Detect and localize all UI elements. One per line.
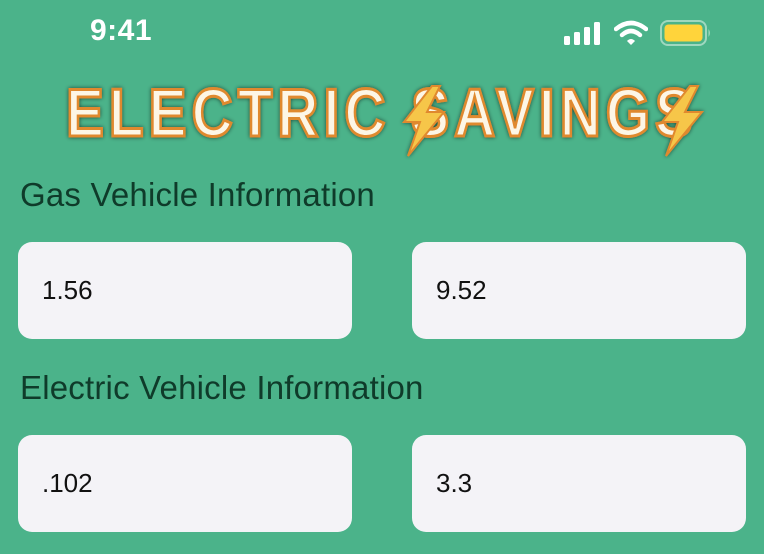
electric-field-2[interactable] <box>412 435 746 532</box>
battery-icon <box>660 20 710 46</box>
electric-field-1[interactable] <box>18 435 352 532</box>
gas-vehicle-section-title: Gas Vehicle Information <box>20 176 375 213</box>
cellular-signal-icon <box>564 22 600 45</box>
gas-field-1[interactable] <box>18 242 352 339</box>
status-icons <box>564 20 712 46</box>
gas-field-2[interactable] <box>412 242 746 339</box>
electric-savings-logo: ELECTRIC SAVINGS <box>0 70 764 160</box>
status-bar: 9:41 <box>0 0 764 64</box>
logo-text: ELECTRIC SAVINGS <box>66 75 698 151</box>
status-time: 9:41 <box>90 14 153 47</box>
wifi-icon <box>614 20 648 45</box>
electric-vehicle-section-title: Electric Vehicle Information <box>20 369 424 406</box>
